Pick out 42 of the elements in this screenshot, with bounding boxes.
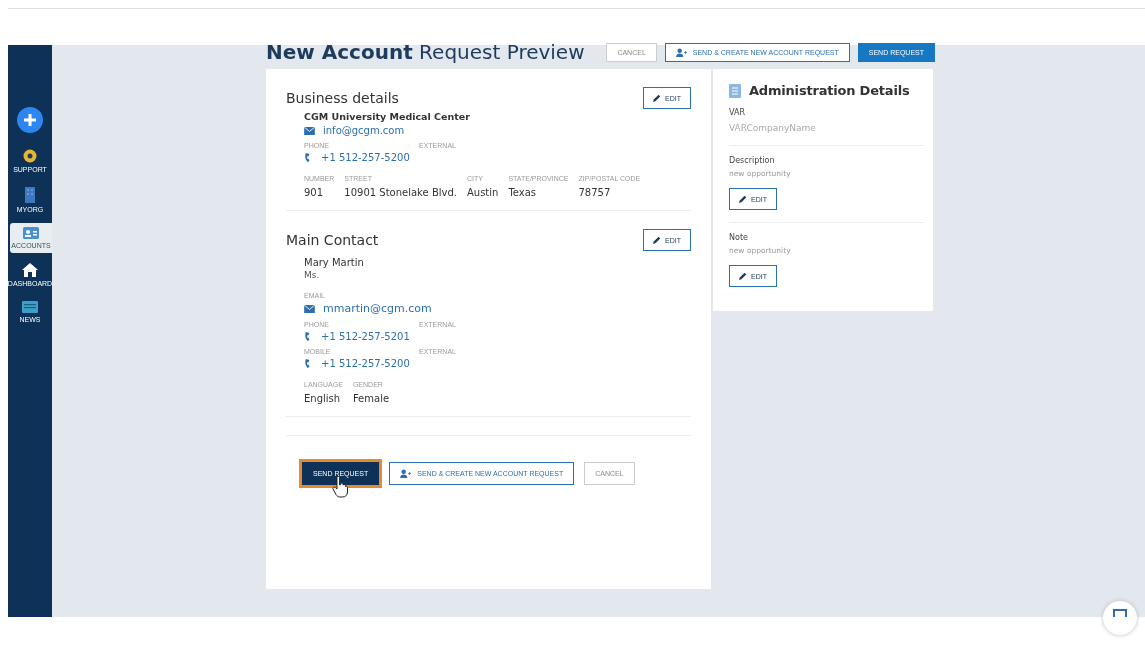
chat-icon (1113, 609, 1127, 617)
field-value: Texas (508, 187, 538, 198)
pencil-icon (653, 94, 661, 102)
field-value: English (304, 393, 342, 404)
field-value: Austin (466, 187, 499, 198)
pencil-icon (739, 195, 747, 203)
chat-button[interactable] (1103, 601, 1137, 635)
field-value: Female (352, 393, 390, 404)
field-value: 10901 Stonelake Blvd. (344, 187, 457, 198)
document-icon (729, 83, 741, 98)
envelope-icon (304, 304, 315, 313)
email-link[interactable]: mmartin@cgm.com (304, 302, 432, 315)
section-heading: Business details (286, 90, 399, 106)
add-user-icon (400, 469, 412, 478)
field-value: 901 (304, 187, 325, 198)
salutation: Ms. (304, 270, 321, 280)
lifebuoy-icon (23, 149, 37, 163)
building-icon (25, 187, 35, 203)
phone-link[interactable]: +1 512-257-5200 (304, 152, 410, 163)
field-label: VAR (729, 108, 746, 117)
section-heading: Administration Details (749, 83, 910, 98)
envelope-icon (304, 126, 315, 135)
newspaper-icon (22, 301, 38, 313)
pencil-icon (739, 272, 747, 280)
phone-link[interactable]: +1 512-257-5201 (304, 331, 410, 342)
plus-icon (23, 113, 37, 127)
page-title: New Account Request Preview (266, 40, 585, 64)
field-label: Description (729, 156, 776, 165)
field-label: Note (729, 233, 749, 242)
phone-link[interactable]: +1 512-257-5200 (304, 358, 410, 369)
section-heading: Main Contact (286, 232, 379, 248)
contact-card-icon (23, 227, 39, 239)
add-button[interactable] (17, 107, 43, 133)
home-icon (22, 263, 38, 277)
company-name: CGM University Medical Center (304, 111, 471, 122)
field-value: 78757 (578, 187, 612, 198)
contact-name: Mary Martin (304, 257, 365, 268)
pointer-hand-icon (332, 476, 348, 498)
pencil-icon (653, 236, 661, 244)
email-link[interactable]: info@gcgm.com (304, 125, 405, 136)
add-user-icon (675, 47, 687, 57)
field-value: VARCompanyName (729, 123, 817, 133)
